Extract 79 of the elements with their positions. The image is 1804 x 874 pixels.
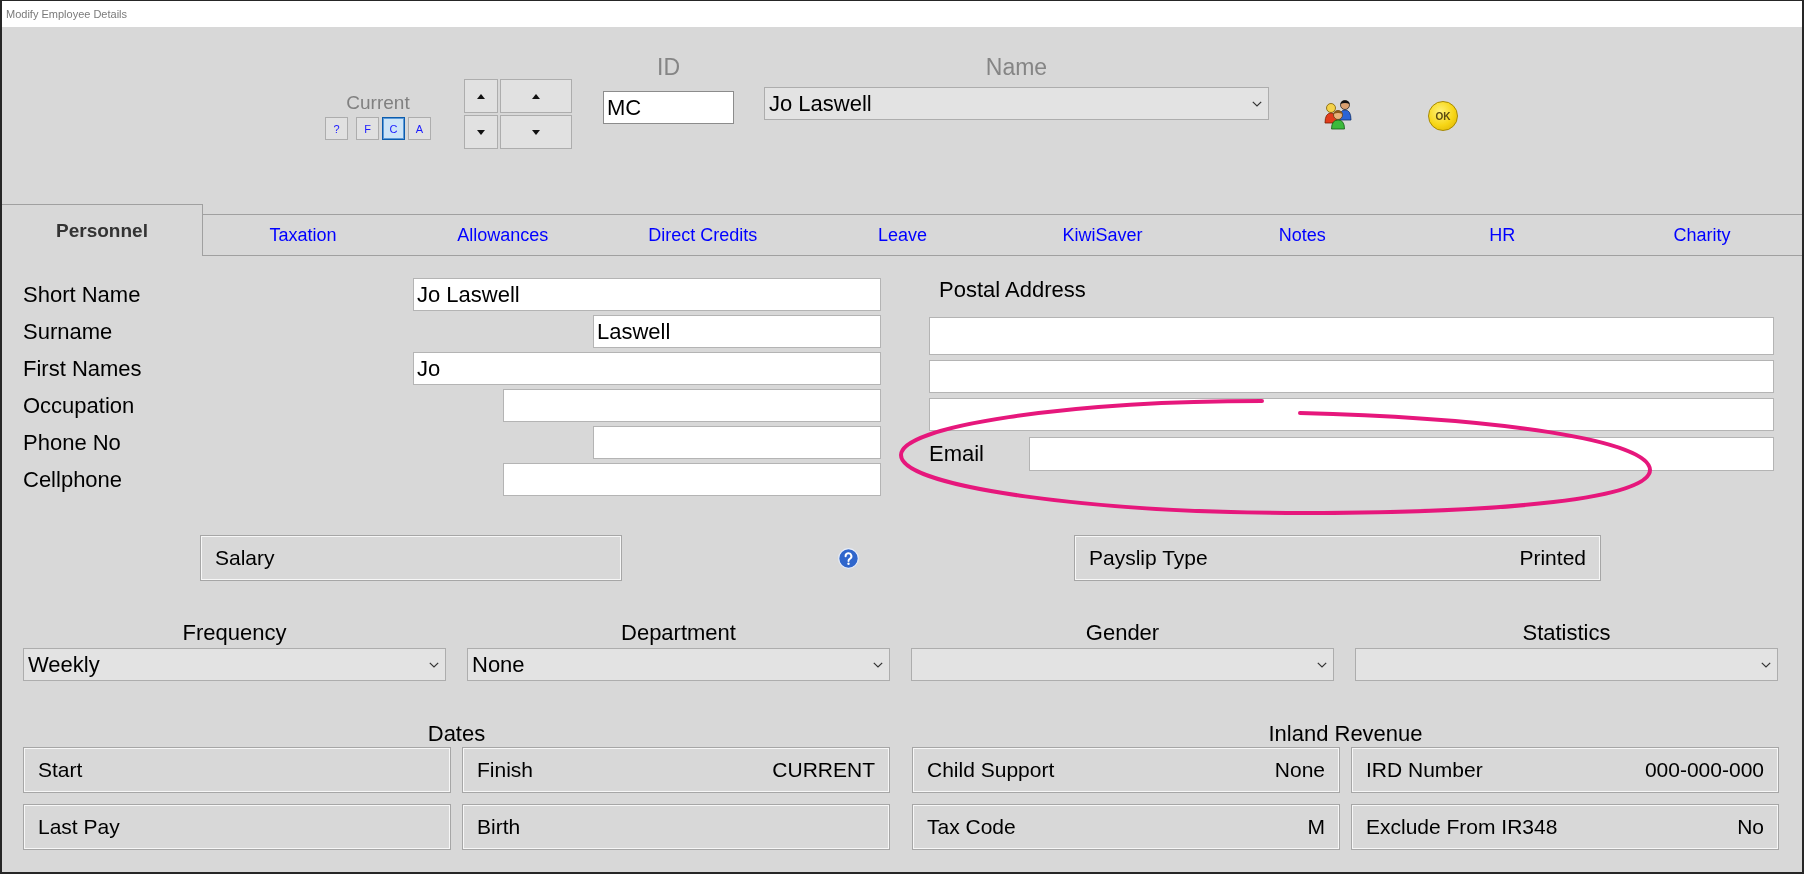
people-icon[interactable] <box>1324 99 1352 130</box>
chevron-down-icon <box>873 661 883 668</box>
field-label: Payslip Type <box>1089 546 1208 570</box>
tab[interactable]: Notes <box>1202 214 1403 256</box>
dropdown[interactable]: Weekly <box>23 648 446 681</box>
triangle-down-icon <box>477 129 485 135</box>
field-label: Birth <box>477 815 521 839</box>
chevron-down-icon <box>1761 661 1771 668</box>
dropdown[interactable]: None <box>467 648 890 681</box>
field-value: Printed <box>1519 546 1586 570</box>
field-label: Tax Code <box>927 815 1016 839</box>
field-label: Surname <box>23 318 113 345</box>
field-label: Email <box>929 441 985 467</box>
input-field[interactable]: Jo Laswell <box>413 278 881 311</box>
field-value: 000-000-000 <box>1644 758 1764 782</box>
triangle-up-icon <box>477 93 485 99</box>
filter-button[interactable]: A <box>408 117 431 140</box>
tab[interactable]: Charity <box>1602 214 1802 256</box>
field-label: Finish <box>477 758 534 782</box>
field-label: Statistics <box>1521 621 1612 645</box>
field-label: Department <box>620 621 737 645</box>
field-label: Last Pay <box>38 815 120 839</box>
input-field[interactable] <box>1029 437 1774 471</box>
filter-button[interactable]: C <box>382 117 405 140</box>
tab[interactable]: Allowances <box>402 214 603 256</box>
section-title: Inland Revenue <box>1267 722 1424 746</box>
filter-button[interactable]: ? <box>325 117 348 140</box>
input-field[interactable] <box>929 317 1774 355</box>
input-field[interactable] <box>593 426 881 459</box>
chevron-down-icon <box>429 661 439 668</box>
help-icon[interactable] <box>838 548 859 569</box>
field-label: Frequency <box>181 621 288 645</box>
input-field[interactable]: MC <box>603 91 734 124</box>
tab[interactable]: Personnel <box>2 204 203 256</box>
field-label: First Names <box>23 355 142 382</box>
dropdown[interactable] <box>1355 648 1778 681</box>
input-field[interactable]: Laswell <box>593 315 881 348</box>
ok-button[interactable]: OK <box>1428 101 1458 131</box>
input-field[interactable] <box>503 463 881 496</box>
field-label: Start <box>38 758 83 782</box>
field-label: Salary <box>215 546 275 570</box>
filter-label: Current <box>346 92 410 114</box>
chevron-down-icon <box>1252 100 1262 107</box>
tab[interactable]: Leave <box>802 214 1003 256</box>
input-field[interactable]: Jo <box>413 352 881 385</box>
field-label: Postal Address <box>938 278 1087 302</box>
down-button[interactable] <box>500 115 572 149</box>
field-value: No <box>1737 815 1764 839</box>
field-value: M <box>1307 815 1325 839</box>
tab[interactable]: Direct Credits <box>602 214 803 256</box>
field-label: Gender <box>1084 621 1161 645</box>
input-field[interactable] <box>929 398 1774 431</box>
field-label: Cellphone <box>23 466 123 493</box>
dropdown[interactable]: Jo Laswell <box>764 87 1269 120</box>
chevron-down-icon <box>1317 661 1327 668</box>
field-label: IRD Number <box>1366 758 1483 782</box>
field-value: CURRENT <box>772 758 875 782</box>
dropdown[interactable] <box>911 648 1334 681</box>
triangle-up-icon <box>532 93 540 99</box>
down-button[interactable] <box>464 115 498 149</box>
field-label: Child Support <box>927 758 1055 782</box>
field-label: Occupation <box>23 392 135 419</box>
field-label: Short Name <box>23 281 141 308</box>
window-title: Modify Employee Details <box>2 1 1802 27</box>
tab[interactable]: HR <box>1402 214 1603 256</box>
field-value: None <box>1274 758 1325 782</box>
triangle-down-icon <box>532 129 540 135</box>
field-label: Phone No <box>23 429 121 456</box>
field-label: Exclude From IR348 <box>1366 815 1558 839</box>
section-title: Dates <box>426 722 487 746</box>
tab[interactable]: Taxation <box>203 214 403 256</box>
up-button[interactable] <box>464 79 498 113</box>
field-label: ID <box>656 54 681 81</box>
field-label: Name <box>984 54 1049 81</box>
input-field[interactable] <box>929 360 1774 393</box>
filter-button[interactable]: F <box>356 117 379 140</box>
tab[interactable]: KiwiSaver <box>1002 214 1203 256</box>
input-field[interactable] <box>503 389 881 422</box>
up-button[interactable] <box>500 79 572 113</box>
